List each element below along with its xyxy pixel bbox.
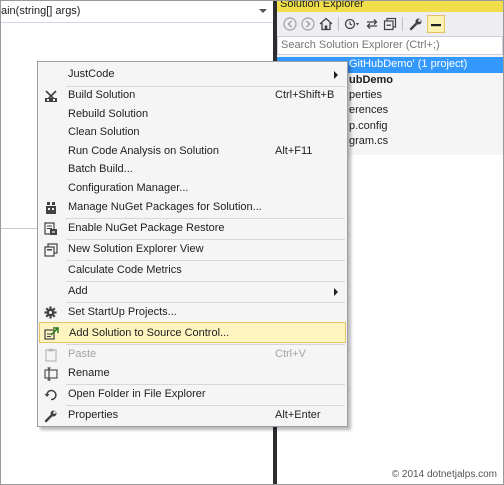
menu-item-label: Clean Solution — [68, 126, 140, 138]
menu-item-properties[interactable]: Properties Alt+Enter — [39, 405, 346, 426]
menu-item-build-solution[interactable]: Build Solution Ctrl+Shift+B — [39, 85, 346, 106]
member-dropdown-label: ain(string[] args) — [1, 5, 81, 17]
menu-item-enable-nuget-restore[interactable]: Enable NuGet Package Restore — [39, 218, 346, 239]
menu-item-justcode[interactable]: JustCode — [39, 64, 346, 85]
collapse-all-icon[interactable] — [381, 15, 399, 33]
menu-item-manage-nuget[interactable]: Manage NuGet Packages for Solution... — [39, 197, 346, 218]
menu-item-open-folder-in-file-explorer[interactable]: Open Folder in File Explorer — [39, 384, 346, 405]
menu-item-label: JustCode — [68, 68, 115, 80]
menu-item-shortcut: Ctrl+Shift+B — [275, 89, 335, 101]
menu-item-rename[interactable]: Rename — [39, 363, 346, 384]
tree-item-label: gram.cs — [349, 135, 389, 147]
tree-item-label: p.config — [349, 120, 388, 132]
menu-item-new-solution-explorer-view[interactable]: New Solution Explorer View — [39, 239, 346, 260]
preview-icon[interactable] — [427, 15, 445, 33]
tree-item-label: perties — [349, 89, 383, 101]
toolbar-separator — [402, 17, 403, 31]
build-icon — [43, 88, 58, 103]
menu-item-label: Open Folder in File Explorer — [68, 388, 206, 400]
menu-item-label: Add — [68, 285, 88, 297]
pending-changes-icon[interactable] — [343, 15, 361, 33]
menu-item-label: Properties — [68, 409, 119, 421]
menu-item-paste[interactable]: Paste Ctrl+V — [39, 344, 346, 365]
solution-context-menu: JustCode Build Solution Ctrl+Shift+B Reb… — [37, 61, 348, 427]
wrench-icon — [43, 408, 58, 423]
menu-item-configuration-manager[interactable]: Configuration Manager... — [39, 178, 346, 199]
sync-icon[interactable] — [363, 15, 381, 33]
tree-item-label: erences — [349, 104, 389, 116]
chevron-down-icon — [259, 9, 267, 13]
menu-item-add[interactable]: Add — [39, 281, 346, 302]
tree-item-label: GitHubDemo' (1 project) — [349, 58, 468, 70]
package-restore-icon — [43, 221, 58, 236]
menu-item-clean-solution[interactable]: Clean Solution — [39, 122, 346, 143]
menu-item-label: New Solution Explorer View — [68, 243, 204, 255]
menu-item-calculate-code-metrics[interactable]: Calculate Code Metrics — [39, 260, 346, 281]
menu-item-label: Rebuild Solution — [68, 108, 149, 120]
nuget-icon — [43, 200, 58, 215]
gear-icon — [43, 305, 58, 320]
solution-explorer-title: Solution Explorer — [280, 0, 364, 10]
solution-explorer-title-bar[interactable]: Solution Explorer — [277, 1, 503, 12]
menu-item-label: Manage NuGet Packages for Solution... — [68, 201, 262, 213]
home-icon[interactable] — [317, 15, 335, 33]
menu-item-shortcut: Alt+F11 — [275, 145, 313, 157]
menu-item-label: Calculate Code Metrics — [68, 264, 182, 276]
editor-divider — [1, 228, 41, 229]
submenu-arrow-icon — [334, 288, 338, 296]
forward-icon[interactable] — [299, 15, 317, 33]
submenu-arrow-icon — [334, 71, 338, 79]
rename-icon — [43, 366, 58, 381]
menu-item-label: Batch Build... — [68, 163, 133, 175]
watermark-text: © 2014 dotnetjalps.com — [391, 469, 497, 480]
menu-item-label: Configuration Manager... — [68, 182, 189, 194]
menu-item-label: Set StartUp Projects... — [68, 306, 177, 318]
menu-item-add-solution-to-source-control[interactable]: Add Solution to Source Control... — [39, 322, 346, 343]
menu-item-set-startup-projects[interactable]: Set StartUp Projects... — [39, 302, 346, 323]
new-view-icon — [43, 242, 58, 257]
source-control-icon — [44, 326, 59, 341]
properties-wrench-icon[interactable] — [407, 15, 425, 33]
solution-explorer-search[interactable] — [277, 36, 503, 55]
menu-item-label: Run Code Analysis on Solution — [68, 145, 220, 157]
menu-item-label: Enable NuGet Package Restore — [68, 222, 225, 234]
paste-icon — [43, 347, 58, 362]
member-dropdown[interactable]: ain(string[] args) — [1, 1, 273, 23]
back-icon[interactable] — [281, 15, 299, 33]
menu-item-label: Rename — [68, 367, 110, 379]
screenshot-frame: ain(string[] args) Solution Explorer Sea… — [0, 0, 504, 485]
open-folder-icon — [43, 387, 58, 402]
menu-item-label: Paste — [68, 348, 97, 360]
menu-item-shortcut: Alt+Enter — [275, 409, 321, 421]
tree-item-label: ubDemo — [349, 74, 393, 86]
toolbar-separator — [338, 17, 339, 31]
menu-item-label: Build Solution — [68, 89, 136, 101]
menu-item-label: Add Solution to Source Control... — [69, 327, 230, 339]
search-input[interactable] — [281, 38, 491, 52]
menu-item-shortcut: Ctrl+V — [275, 348, 306, 360]
solution-explorer-toolbar — [277, 12, 503, 37]
menu-item-batch-build[interactable]: Batch Build... — [39, 159, 346, 180]
